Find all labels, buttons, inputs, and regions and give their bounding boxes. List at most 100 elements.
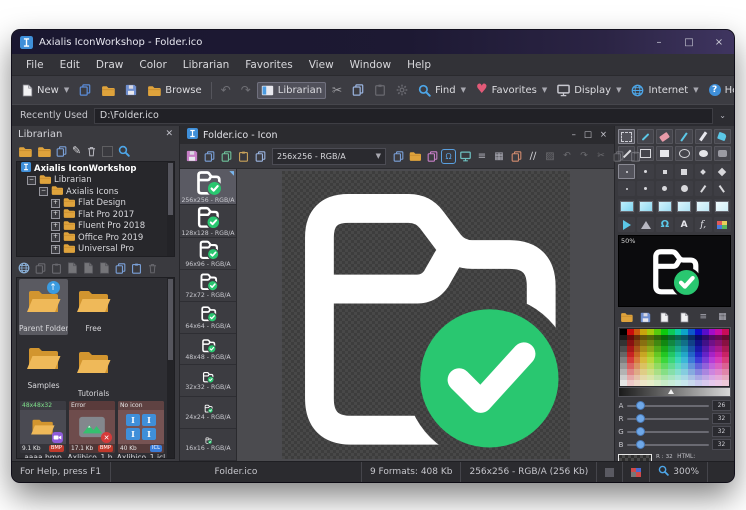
green-slider[interactable] (627, 427, 709, 437)
save-button[interactable] (121, 81, 141, 99)
resize-grip[interactable] (707, 462, 734, 482)
doc-minimize-button[interactable]: – (572, 130, 576, 140)
format-item-48[interactable]: 48x48 - RGB/A (180, 334, 236, 366)
menu-color[interactable]: Color (131, 58, 174, 72)
format-item-64[interactable]: 64x64 - RGB/A (180, 302, 236, 334)
open-palette-icon[interactable] (619, 310, 634, 324)
palette-color-cell[interactable] (681, 380, 689, 386)
chevron-down-icon[interactable]: ⌄ (719, 111, 726, 120)
export-palette-icon[interactable] (677, 310, 692, 324)
text-tool[interactable]: A (675, 217, 693, 232)
opacity-20[interactable] (694, 199, 712, 214)
redo-button[interactable]: ↷ (237, 81, 255, 99)
filled-rectangle-tool[interactable] (656, 146, 674, 161)
collapse-icon[interactable]: − (27, 175, 36, 185)
palette-color-cell[interactable] (701, 380, 709, 386)
editor-canvas[interactable] (237, 169, 614, 461)
copy-icon[interactable] (35, 259, 46, 278)
cut-button[interactable]: ✂ (328, 81, 346, 99)
file-tile-free[interactable]: Free (69, 279, 118, 335)
red-value[interactable]: 32 (712, 413, 731, 425)
internet-button[interactable]: Internet ▼ (627, 81, 702, 100)
undo-button[interactable]: ↶ (217, 81, 235, 99)
favorites-button[interactable]: ♥ Favorites ▼ (472, 81, 551, 99)
library-grid-icon[interactable] (56, 142, 67, 161)
grid-icon[interactable]: ▦ (491, 148, 507, 164)
format-select[interactable]: 256x256 - RGB/A ▼ (272, 147, 386, 165)
filled-ellipse-tool[interactable] (694, 146, 712, 161)
new-palette-icon[interactable] (657, 310, 672, 324)
new-library-button[interactable] (75, 81, 95, 99)
palette-color-cell[interactable] (688, 380, 695, 386)
save-icon[interactable] (184, 148, 200, 164)
duplicate-format-icon[interactable] (218, 148, 234, 164)
menu-librarian[interactable]: Librarian (175, 58, 238, 72)
brush-circle-small[interactable] (656, 181, 674, 196)
brush-tool[interactable] (694, 129, 712, 144)
file-tile-parent-folder[interactable]: ↑ Parent Folder (19, 279, 68, 335)
shield-icon[interactable]: Ω (441, 148, 456, 164)
skew-tool[interactable] (637, 217, 655, 232)
paste-button[interactable] (370, 81, 390, 99)
palette-slider[interactable] (618, 387, 731, 397)
palette-color-cell[interactable] (722, 380, 729, 386)
ellipse-tool[interactable] (675, 146, 693, 161)
opacity-60[interactable] (656, 199, 674, 214)
file-tile-aaaa-bmp[interactable]: 48x48x32 9.1 Kb BMP aaaa.bmp (19, 401, 67, 458)
copy-button[interactable] (348, 81, 368, 99)
format-item-128[interactable]: 128x128 - RGB/A (180, 205, 236, 238)
brush-dot-3[interactable] (618, 181, 636, 196)
browser-scrollbar[interactable] (167, 278, 174, 458)
select-mode-icon[interactable] (102, 145, 114, 157)
alpha-value[interactable]: 26 (712, 400, 731, 412)
menu-favorites[interactable]: Favorites (237, 58, 300, 72)
palette-color-cell[interactable] (660, 380, 668, 386)
find-button[interactable]: Find ▼ (414, 81, 470, 100)
eraser-slash-icon[interactable]: ∕∕ (525, 148, 541, 164)
paste-icon[interactable] (51, 259, 62, 278)
palette-color-cell[interactable] (620, 380, 627, 386)
menu-edit[interactable]: Edit (52, 58, 88, 72)
brush-diamond-small[interactable] (694, 164, 712, 179)
rotate-tool[interactable]: Ω (656, 217, 674, 232)
rounded-rect-tool[interactable] (713, 146, 731, 161)
save-palette-icon[interactable] (638, 310, 653, 324)
tree-item-flat-pro-2017[interactable]: + Flat Pro 2017 (17, 209, 167, 221)
red-slider[interactable] (627, 414, 709, 424)
expand-icon[interactable]: + (51, 233, 60, 243)
palette-color-cell[interactable] (715, 380, 723, 386)
new-folder-icon[interactable] (18, 142, 32, 161)
menu-file[interactable]: File (18, 58, 52, 72)
menu-help[interactable]: Help (399, 58, 439, 72)
flip-tool[interactable] (618, 217, 636, 232)
maximize-button[interactable]: □ (674, 30, 704, 54)
format-item-16[interactable]: 16x16 - RGB/A (180, 429, 236, 462)
tree-item-axialis-icons[interactable]: − Axialis Icons (17, 186, 167, 198)
current-color-swatch[interactable] (618, 453, 652, 461)
brush-size-1[interactable] (618, 164, 636, 179)
slider-thumb[interactable] (667, 388, 674, 394)
search-icon[interactable] (118, 142, 130, 161)
menu-draw[interactable]: Draw (88, 58, 131, 72)
delete-icon[interactable] (86, 142, 97, 161)
resize-image-icon[interactable] (424, 148, 440, 164)
brush-stroke-icon[interactable]: ▨ (542, 148, 558, 164)
settings-button[interactable] (392, 81, 412, 99)
expand-icon[interactable]: + (51, 198, 60, 208)
undo-icon[interactable]: ↶ (559, 148, 575, 164)
slider-thumb[interactable] (636, 440, 646, 450)
brush-backslash[interactable] (713, 181, 731, 196)
delete-icon[interactable] (147, 259, 158, 278)
select-tool[interactable] (618, 129, 636, 144)
brush-dot-4[interactable] (637, 181, 655, 196)
palette-color-cell[interactable] (647, 380, 655, 386)
format-item-24[interactable]: 24x24 - RGB/A (180, 397, 236, 430)
menu-view[interactable]: View (301, 58, 342, 72)
swap-colors-icon[interactable] (508, 148, 524, 164)
format-item-72[interactable]: 72x72 - RGB/A (180, 270, 236, 302)
list-view-icon[interactable]: ≡ (696, 310, 711, 324)
collapse-icon[interactable]: − (39, 187, 48, 197)
brush-diamond-large[interactable] (713, 164, 731, 179)
alpha-slider[interactable] (627, 401, 709, 411)
colors-tool[interactable] (713, 217, 731, 232)
